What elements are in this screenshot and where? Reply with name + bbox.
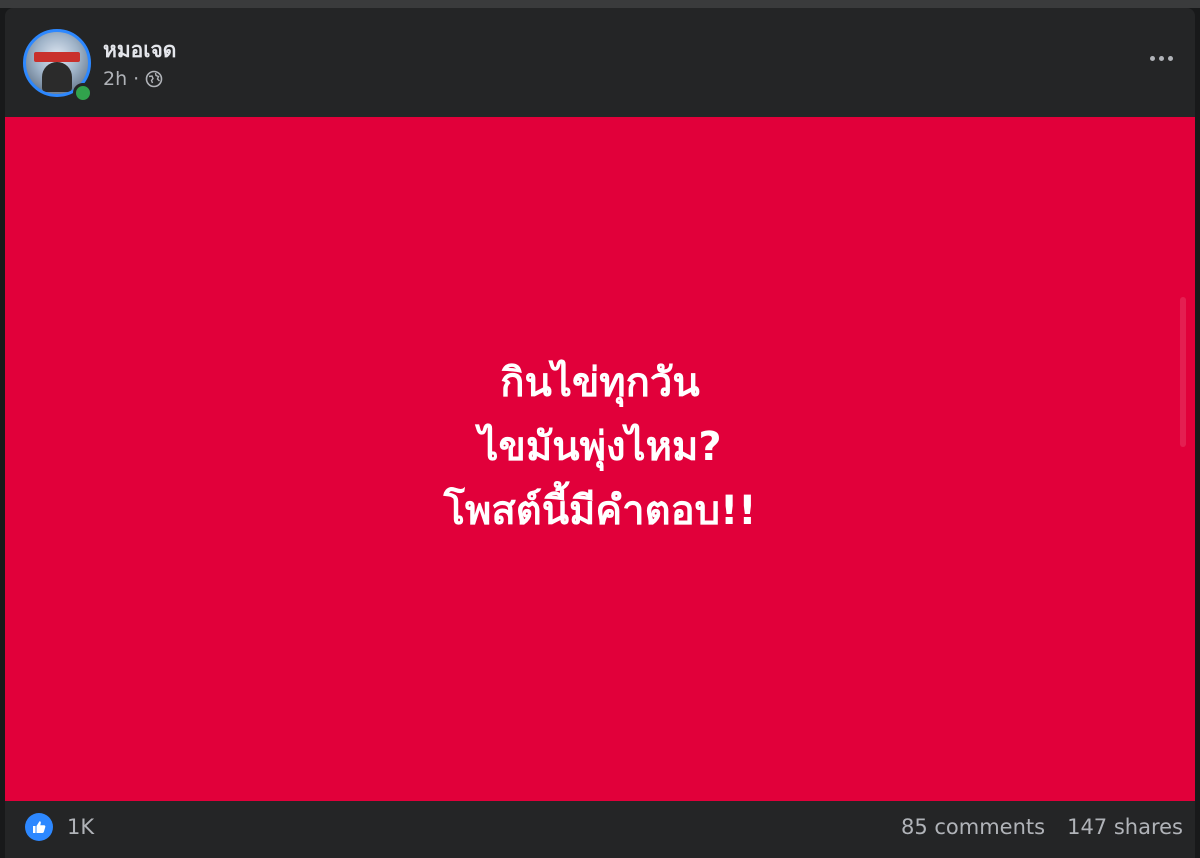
meta-separator: ·: [133, 68, 140, 90]
reaction-count[interactable]: 1K: [67, 815, 94, 839]
post-timestamp[interactable]: 2h: [103, 68, 127, 90]
like-icon[interactable]: [25, 813, 53, 841]
post-footer: 1K 85 comments 147 shares: [5, 801, 1195, 858]
post-card: หมอเจด 2h · กินไข่ทุกวัน ไขมันพุ่งไหม? โ…: [5, 8, 1195, 858]
online-status-icon: [73, 83, 93, 103]
top-divider: [0, 0, 1200, 8]
post-image-text: กินไข่ทุกวัน ไขมันพุ่งไหม? โพสต์นี้มีคำต…: [443, 351, 756, 543]
author-avatar[interactable]: [23, 29, 93, 103]
author-name[interactable]: หมอเจด: [103, 34, 176, 67]
post-text-line-1: กินไข่ทุกวัน: [500, 360, 700, 406]
engagement-stats: 85 comments 147 shares: [901, 815, 1183, 839]
shares-count[interactable]: 147 shares: [1067, 815, 1183, 839]
scrollbar[interactable]: [1180, 297, 1186, 447]
comments-count[interactable]: 85 comments: [901, 815, 1045, 839]
post-meta: 2h ·: [103, 68, 163, 90]
post-text-line-2: ไขมันพุ่งไหม?: [478, 424, 722, 470]
post-image[interactable]: กินไข่ทุกวัน ไขมันพุ่งไหม? โพสต์นี้มีคำต…: [5, 117, 1195, 801]
post-header: หมอเจด 2h ·: [5, 8, 1195, 118]
more-icon: [1149, 55, 1155, 61]
more-options-button[interactable]: [1141, 44, 1181, 72]
globe-icon[interactable]: [145, 70, 163, 88]
post-text-line-3: โพสต์นี้มีคำตอบ!!: [443, 488, 757, 534]
